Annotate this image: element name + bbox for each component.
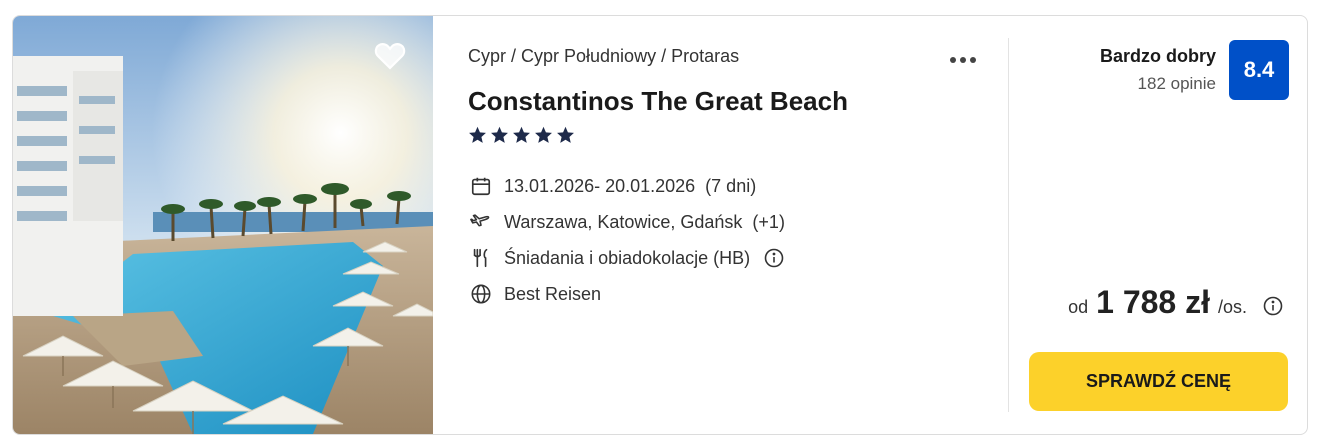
hotel-name[interactable]: Constantinos The Great Beach (468, 86, 848, 117)
rating-label: Bardzo dobry (1099, 46, 1216, 66)
reviews-count[interactable]: 182 opinie (1138, 74, 1216, 94)
price-prefix: od (1068, 297, 1089, 317)
operator-text: Best Reisen (504, 283, 602, 304)
offer-details: Cypr / Cypr Południowy / Protaras Consta… (468, 16, 998, 434)
heart-icon (374, 43, 406, 70)
offer-card[interactable]: Cypr / Cypr Południowy / Protaras Consta… (12, 15, 1308, 435)
departure-text: Warszawa, Katowice, Gdańsk (504, 211, 743, 232)
duration-text: (7 dni) (705, 175, 757, 196)
location-breadcrumb[interactable]: Cypr / Cypr Południowy / Protaras (468, 46, 739, 67)
offer-attributes: 13.01.2026- 20.01.2026 (7 dni) Warszawa,… (468, 168, 785, 312)
more-dot (960, 57, 966, 63)
info-icon[interactable] (764, 248, 784, 268)
star-icon (469, 126, 486, 143)
departure-row: Warszawa, Katowice, Gdańsk (+1) (468, 204, 785, 240)
board-text: Śniadania i obiadokolacje (HB) (504, 247, 751, 268)
rating-score-badge: 8.4 (1229, 40, 1289, 100)
departure-extra[interactable]: (+1) (752, 212, 785, 233)
more-dot (970, 57, 976, 63)
info-icon[interactable] (1263, 296, 1283, 316)
price-amount: 1 788 zł (1096, 284, 1210, 320)
star-icon (513, 126, 530, 143)
star-icon (557, 126, 574, 143)
globe-icon (468, 281, 494, 307)
dates-text: 13.01.2026- 20.01.2026 (504, 175, 696, 196)
column-divider (1008, 38, 1009, 412)
board-row: Śniadania i obiadokolacje (HB) (468, 240, 785, 276)
check-price-button[interactable]: SPRAWDŹ CENĘ (1029, 352, 1288, 411)
favorite-button[interactable] (372, 37, 408, 73)
price-suffix: /os. (1217, 297, 1247, 317)
plane-icon (468, 209, 494, 235)
star-icon (491, 126, 508, 143)
hotel-photo-image (13, 16, 433, 434)
operator-row: Best Reisen (468, 276, 785, 312)
hotel-photo[interactable] (13, 16, 433, 434)
hotel-stars (468, 126, 575, 144)
dates-row: 13.01.2026- 20.01.2026 (7 dni) (468, 168, 785, 204)
price-block: od 1 788 zł /os. (1068, 284, 1283, 321)
fork-knife-icon (468, 245, 494, 271)
calendar-icon (468, 173, 494, 199)
more-dot (950, 57, 956, 63)
more-options-icon[interactable] (950, 54, 986, 66)
star-icon (535, 126, 552, 143)
